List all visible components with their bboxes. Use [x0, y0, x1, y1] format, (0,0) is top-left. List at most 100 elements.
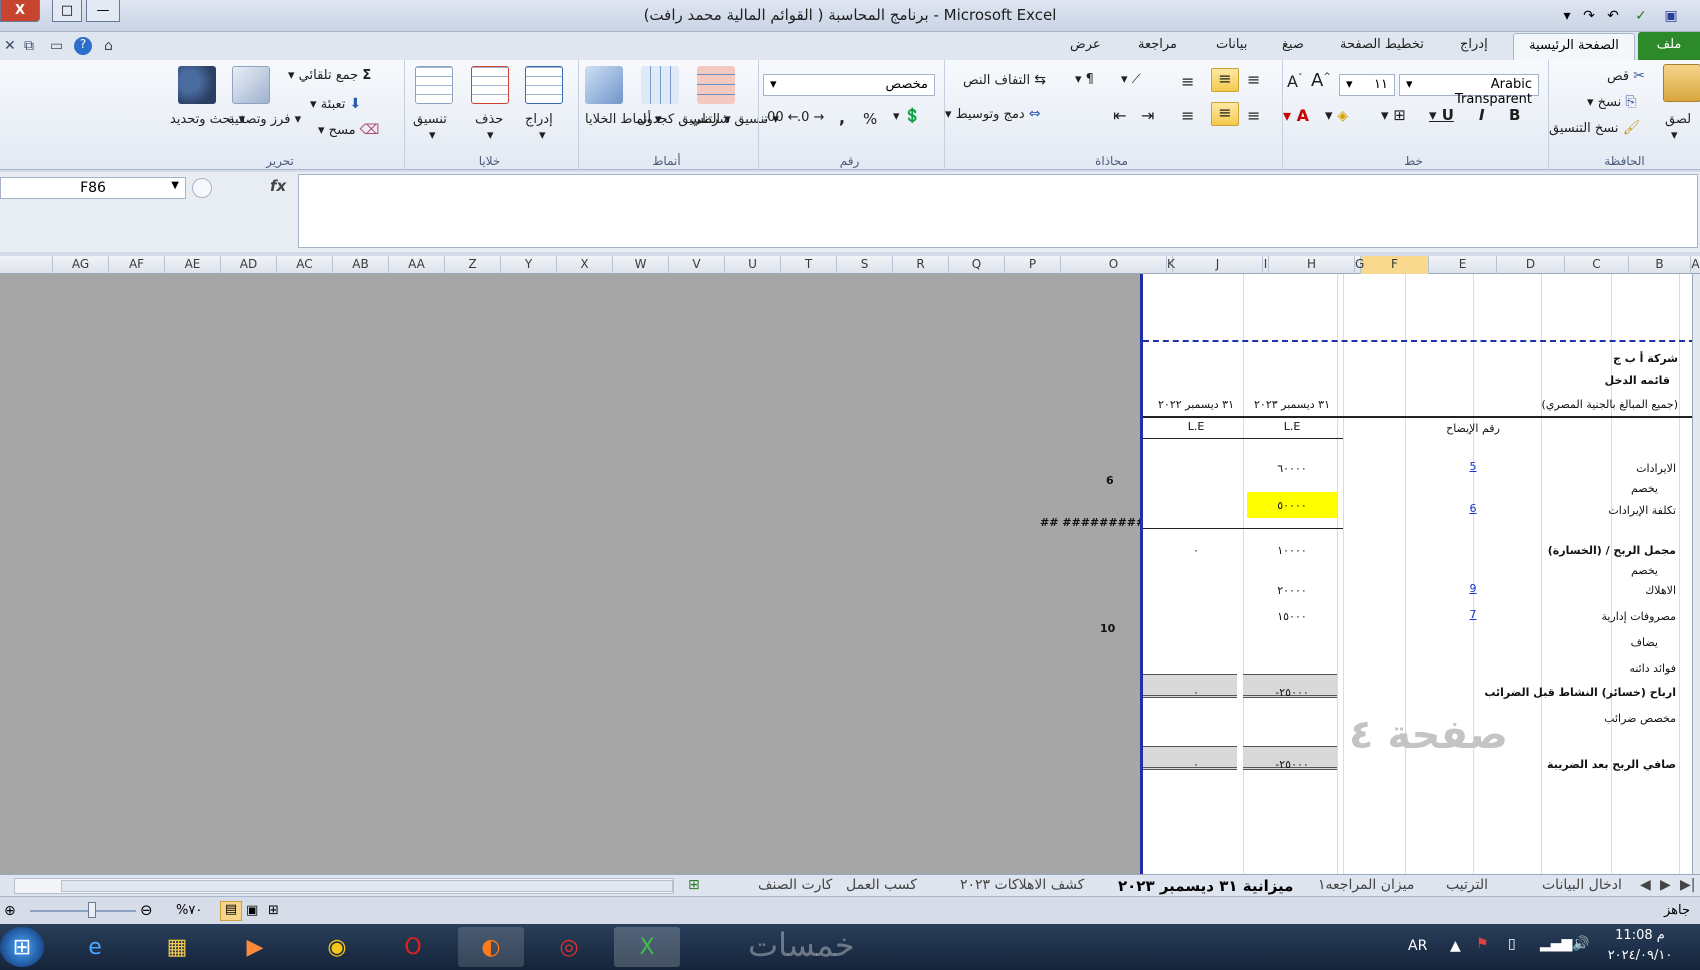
help-icon[interactable]: ?: [74, 37, 92, 55]
tab-home[interactable]: الصفحة الرئيسية: [1513, 33, 1635, 60]
wrap-text-button[interactable]: التفاف النص ⇆: [963, 72, 1046, 88]
row-note-depreciation[interactable]: 9: [1463, 582, 1483, 595]
insert-sheet-icon[interactable]: ⊞: [688, 877, 700, 893]
merge-center-button[interactable]: ▾ دمج وتوسيط ⇔: [945, 106, 1041, 122]
chrome-icon[interactable]: ◉: [304, 927, 370, 967]
tray-arrow-icon[interactable]: ▲: [1450, 938, 1461, 954]
format-painter-button[interactable]: نسخ التنسيق 🖌: [1549, 120, 1640, 136]
column-header[interactable]: K: [1166, 256, 1175, 274]
sheet-tab[interactable]: ادخال البيانات: [1542, 877, 1622, 893]
column-header[interactable]: D: [1496, 256, 1564, 274]
sheet-tab[interactable]: كشف الاهلاكات ٢٠٢٣: [960, 877, 1084, 893]
zoom-slider-thumb[interactable]: [88, 902, 96, 918]
insert-dropdown-icon[interactable]: ▾: [539, 128, 546, 143]
column-header[interactable]: AA: [388, 256, 444, 274]
decrease-decimal-button[interactable]: .00 ←: [763, 110, 799, 125]
underline-button[interactable]: ▾ U: [1429, 106, 1454, 124]
column-header[interactable]: E: [1428, 256, 1496, 274]
horizontal-scrollbar[interactable]: [14, 878, 674, 894]
column-header[interactable]: Q: [948, 256, 1004, 274]
row-2023-operating[interactable]: -٢٥٠٠٠: [1247, 686, 1337, 699]
close-workbook-icon[interactable]: ✕: [4, 38, 16, 54]
tab-page-layout[interactable]: تخطيط الصفحة: [1340, 37, 1424, 52]
row-2023-revenue[interactable]: ٦٠٠٠٠: [1247, 462, 1337, 475]
formula-cancel-icon[interactable]: [192, 178, 212, 198]
row-note-cost[interactable]: 6: [1463, 502, 1483, 515]
increase-decimal-button[interactable]: .0 →: [797, 110, 824, 125]
sheet-tab[interactable]: كارت الصنف: [758, 877, 832, 893]
increase-indent-button[interactable]: ⇥: [1141, 106, 1154, 125]
column-header[interactable]: J: [1172, 256, 1262, 274]
row-2022-operating[interactable]: ٠: [1151, 686, 1241, 699]
column-header[interactable]: B: [1628, 256, 1690, 274]
collapse-ribbon-icon[interactable]: ⌂: [104, 38, 113, 54]
page-break-view-icon[interactable]: ⊞: [268, 903, 279, 918]
column-header[interactable]: C: [1564, 256, 1628, 274]
italic-button[interactable]: I: [1479, 106, 1485, 124]
column-header[interactable]: V: [668, 256, 724, 274]
number-format-combo[interactable]: ▾ مخصص: [763, 74, 935, 96]
cut-button[interactable]: قص ✂: [1607, 68, 1645, 84]
formula-input[interactable]: [298, 174, 1698, 248]
page-layout-view-icon[interactable]: ▣: [246, 903, 258, 918]
column-header[interactable]: F: [1360, 256, 1428, 274]
row-2023-gross[interactable]: ١٠٠٠٠: [1247, 544, 1337, 557]
sheet-tab[interactable]: ميزانية ٣١ ديسمبر ٢٠٢٣: [1118, 877, 1293, 895]
column-header[interactable]: R: [892, 256, 948, 274]
row-2023-depreciation[interactable]: ٢٠٠٠٠: [1247, 584, 1337, 597]
row-headers[interactable]: [1692, 274, 1700, 874]
volume-icon[interactable]: 🔊: [1572, 936, 1589, 952]
font-color-button[interactable]: ▾ A: [1283, 106, 1309, 125]
app-icon[interactable]: ◎: [536, 927, 602, 967]
sheet-tab[interactable]: ميزان المراجعه١: [1318, 877, 1414, 893]
save-icon[interactable]: ▣: [1660, 5, 1682, 27]
column-header[interactable]: AF: [108, 256, 164, 274]
column-header[interactable]: W: [612, 256, 668, 274]
delete-button[interactable]: حذف: [475, 112, 503, 127]
ie-icon[interactable]: e: [62, 927, 128, 967]
autosum-button[interactable]: ▾ جمع تلقائي Σ: [288, 68, 371, 83]
tab-data[interactable]: بيانات: [1216, 37, 1247, 52]
insert-function-icon[interactable]: fx: [270, 177, 286, 195]
align-middle-button[interactable]: ≡: [1211, 68, 1239, 92]
firefox-icon[interactable]: ◐: [458, 927, 524, 967]
font-size-combo[interactable]: ▾ ١١: [1339, 74, 1395, 96]
accounting-format-button[interactable]: ▾ 💲: [893, 108, 921, 124]
sort-filter-button[interactable]: فرز وتصفية ▾: [228, 112, 301, 127]
restore-workbook-icon[interactable]: ⧉: [24, 38, 34, 54]
sheet-nav-prev-icon[interactable]: ◀: [1640, 877, 1651, 893]
decrease-indent-button[interactable]: ⇤: [1113, 106, 1126, 125]
explorer-icon[interactable]: ▦: [144, 927, 210, 967]
tab-review[interactable]: مراجعة: [1138, 37, 1177, 52]
row-note-admin[interactable]: 7: [1463, 608, 1483, 621]
column-header[interactable]: G: [1354, 256, 1364, 274]
tray-flag-icon[interactable]: ⚑: [1476, 936, 1489, 952]
insert-button[interactable]: إدراج: [525, 112, 553, 127]
clock-date[interactable]: ٢٠٢٤/٠٩/١٠: [1600, 948, 1680, 963]
column-header[interactable]: AD: [220, 256, 276, 274]
align-right-button[interactable]: ≡: [1247, 106, 1260, 125]
column-header[interactable]: T: [780, 256, 836, 274]
fill-button[interactable]: ▾ تعبئة ⬇: [310, 96, 361, 112]
paste-dropdown-icon[interactable]: ▾: [1671, 128, 1678, 143]
zoom-slider[interactable]: [30, 910, 136, 912]
column-header[interactable]: H: [1268, 256, 1354, 274]
increase-font-button[interactable]: A^: [1311, 70, 1331, 91]
sheet-nav-last-icon[interactable]: ▶|: [1680, 877, 1695, 893]
borders-button[interactable]: ▾ ⊞: [1381, 106, 1406, 124]
name-box[interactable]: F86 ▼: [0, 177, 186, 199]
column-header[interactable]: I: [1262, 256, 1268, 274]
zoom-level[interactable]: %٧٠: [176, 903, 202, 918]
column-header[interactable]: AG: [52, 256, 108, 274]
copy-button[interactable]: ▾ نسخ ⎘: [1587, 94, 1637, 110]
clock-time[interactable]: 11:08 م: [1600, 928, 1680, 943]
column-header[interactable]: P: [1004, 256, 1060, 274]
row-note-revenue[interactable]: 5: [1463, 460, 1483, 473]
format-button[interactable]: تنسيق: [413, 112, 447, 127]
fill-color-button[interactable]: ▾ ◈: [1325, 106, 1348, 124]
row-2023-cost[interactable]: ٥٠٠٠٠: [1247, 492, 1337, 518]
media-icon[interactable]: ▶: [222, 927, 288, 967]
align-top-button[interactable]: ≡: [1247, 70, 1260, 89]
column-header[interactable]: AC: [276, 256, 332, 274]
tab-view[interactable]: عرض: [1070, 37, 1101, 52]
